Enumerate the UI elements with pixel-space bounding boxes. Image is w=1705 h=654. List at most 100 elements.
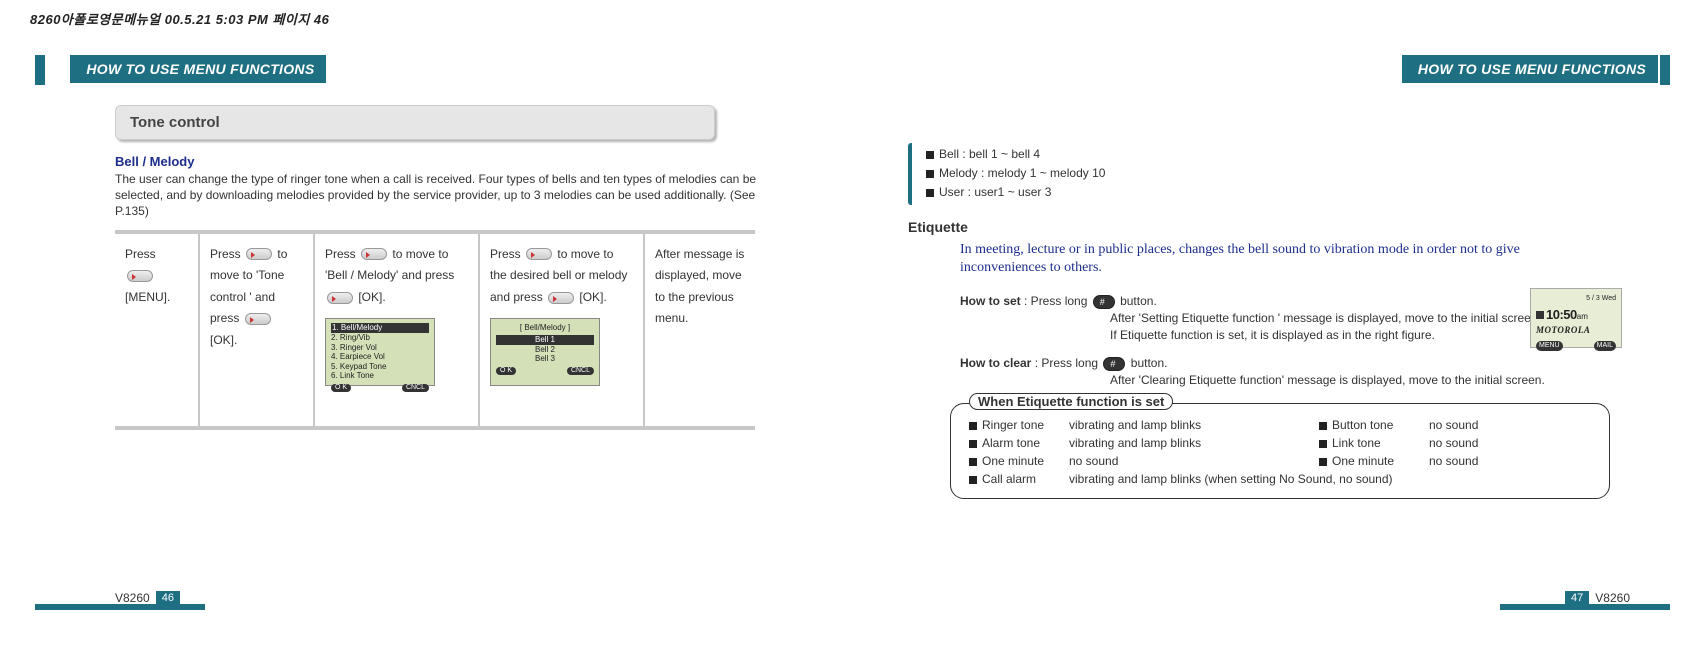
screen-ok: O K	[496, 367, 516, 375]
bullet-icon	[926, 151, 934, 159]
options-list: Bell : bell 1 ~ bell 4 Melody : melody 1…	[908, 143, 1630, 205]
when-value: vibrating and lamp blinks	[1069, 416, 1319, 434]
phone-screen-menu: 1. Bell/Melody 2. Ring/Vib 3. Ringer Vol…	[325, 318, 435, 386]
screen-line: 6. Link Tone	[331, 371, 429, 381]
when-row: Alarm tone vibrating and lamp blinks Lin…	[969, 434, 1591, 452]
bullet-icon	[926, 189, 934, 197]
screen-line: Bell 3	[496, 354, 594, 364]
bullet-icon	[969, 440, 977, 448]
screen-line: 3. Ringer Vol	[331, 343, 429, 353]
when-label: Button tone	[1332, 418, 1393, 432]
how-to-set-label: How to set	[960, 294, 1021, 308]
model-label: V8260	[1595, 591, 1630, 605]
list-text: Melody : melody 1 ~ melody 10	[939, 166, 1105, 180]
page-number: 46	[156, 591, 180, 605]
step-text: Press	[210, 247, 241, 261]
when-label: Call alarm	[982, 472, 1036, 486]
step-2: Press to move to 'Tone control ' and pre…	[200, 234, 315, 426]
tab-decoration	[35, 55, 45, 85]
screen-line: 5. Keypad Tone	[331, 362, 429, 372]
bullet-icon	[1319, 422, 1327, 430]
step-text: Press	[325, 247, 356, 261]
nav-button-icon	[526, 248, 552, 260]
when-label: Alarm tone	[982, 436, 1040, 450]
when-etiquette-box: When Etiquette function is set Ringer to…	[950, 403, 1610, 499]
steps-box: Press [MENU]. Press to move to 'Tone con…	[115, 230, 755, 430]
bullet-icon	[969, 458, 977, 466]
nav-button-icon	[548, 292, 574, 304]
screen-line: 4. Earpiece Vol	[331, 352, 429, 362]
when-label: One minute	[1332, 454, 1394, 468]
nav-button-icon	[361, 248, 387, 260]
when-value: no sound	[1069, 452, 1319, 470]
list-item: Melody : melody 1 ~ melody 10	[926, 164, 1630, 183]
mini-time: 10:50	[1546, 307, 1577, 322]
step-4: Press to move to the desired bell or mel…	[480, 234, 645, 426]
when-label: Link tone	[1332, 436, 1381, 450]
page-number: 47	[1565, 591, 1589, 605]
step-3: Press to move to 'Bell / Melody' and pre…	[315, 234, 480, 426]
page-right: HOW TO USE MENU FUNCTIONS Bell : bell 1 …	[870, 55, 1670, 615]
bell-melody-title: Bell / Melody	[115, 154, 775, 169]
when-row: Ringer tone vibrating and lamp blinks Bu…	[969, 416, 1591, 434]
mini-phone-screen: 5 / 3 Wed 10:50am MOTOROLA MENUMAIL	[1530, 288, 1622, 348]
list-item: User : user1 ~ user 3	[926, 183, 1630, 202]
when-row: Call alarm vibrating and lamp blinks (wh…	[969, 470, 1591, 488]
step-text: [MENU].	[125, 290, 170, 304]
page-left: HOW TO USE MENU FUNCTIONS Tone control B…	[35, 55, 835, 615]
etiquette-title: Etiquette	[908, 219, 1630, 235]
how-to-clear-text: button.	[1131, 356, 1168, 370]
screen-cncl: CNCL	[567, 367, 594, 375]
step-text: [OK].	[210, 333, 237, 347]
how-to-clear: How to clear : Press long button. After …	[960, 354, 1630, 389]
nav-button-icon	[327, 292, 353, 304]
bullet-icon	[969, 422, 977, 430]
phone-screen-bellmelody: [ Bell/Melody ] Bell 1 Bell 2 Bell 3 O K…	[490, 318, 600, 386]
section-tab-right: HOW TO USE MENU FUNCTIONS	[1402, 55, 1658, 83]
hash-button-icon	[1093, 295, 1115, 309]
when-value: no sound	[1429, 434, 1529, 452]
nav-button-icon	[127, 270, 153, 282]
bullet-icon	[969, 476, 977, 484]
section-tab-left: HOW TO USE MENU FUNCTIONS	[70, 55, 326, 83]
step-text: After message is displayed, move to the …	[655, 247, 744, 326]
mini-brand: MOTOROLA	[1536, 324, 1616, 338]
when-row: One minute no sound One minute no sound	[969, 452, 1591, 470]
screen-line: Bell 1	[496, 335, 594, 345]
when-label: Ringer tone	[982, 418, 1044, 432]
bullet-icon	[1319, 458, 1327, 466]
etiquette-icon	[1536, 311, 1544, 319]
when-value: no sound	[1429, 452, 1529, 470]
tone-control-banner: Tone control	[115, 105, 715, 140]
footer-right: 47 V8260	[1565, 591, 1630, 605]
hash-button-icon	[1103, 357, 1125, 371]
mini-ampm: am	[1577, 312, 1588, 321]
step-text: Press	[125, 247, 156, 261]
how-to-clear-label: How to clear	[960, 356, 1031, 370]
mini-mail: MAIL	[1594, 341, 1616, 352]
how-to-set-text: button.	[1120, 294, 1157, 308]
how-to-set: 5 / 3 Wed 10:50am MOTOROLA MENUMAIL How …	[960, 292, 1630, 344]
step-1: Press [MENU].	[115, 234, 200, 426]
screen-line: 1. Bell/Melody	[331, 323, 429, 333]
screen-title: [ Bell/Melody ]	[496, 323, 594, 333]
screen-ok: O K	[331, 384, 351, 392]
bullet-icon	[1319, 440, 1327, 448]
when-value: vibrating and lamp blinks	[1069, 434, 1319, 452]
bell-melody-body: The user can change the type of ringer t…	[115, 171, 775, 220]
how-to-set-text: : Press long	[1024, 294, 1087, 308]
bullet-icon	[926, 170, 934, 178]
screen-cncl: CNCL	[402, 384, 429, 392]
tab-decoration	[1660, 55, 1670, 85]
mini-date: 5 / 3 Wed	[1536, 294, 1616, 305]
nav-button-icon	[246, 248, 272, 260]
mini-menu: MENU	[1536, 341, 1563, 352]
model-label: V8260	[115, 591, 150, 605]
list-text: Bell : bell 1 ~ bell 4	[939, 147, 1040, 161]
screen-line: Bell 2	[496, 345, 594, 355]
how-to-clear-text: : Press long	[1035, 356, 1098, 370]
when-label: One minute	[982, 454, 1044, 468]
list-item: Bell : bell 1 ~ bell 4	[926, 145, 1630, 164]
when-legend: When Etiquette function is set	[969, 393, 1173, 410]
nav-button-icon	[245, 313, 271, 325]
